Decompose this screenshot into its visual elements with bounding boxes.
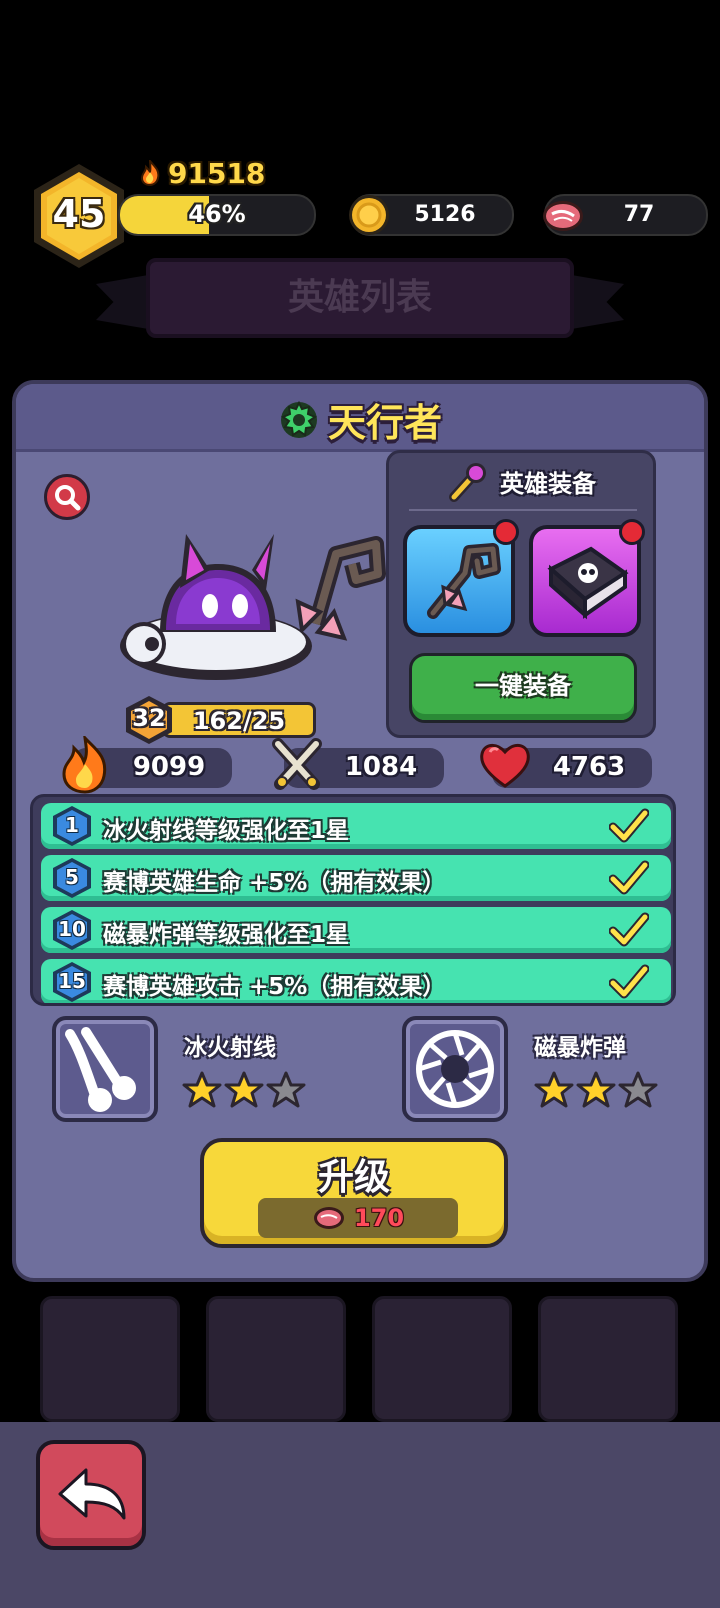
perk-level-badge: 10: [51, 909, 93, 951]
equipment-divider: [409, 509, 637, 511]
hero-shards: 162/25: [192, 707, 286, 735]
stat-hp: 4763: [480, 744, 652, 788]
bottom-bar: [0, 1422, 720, 1608]
panel-header: 天行者: [16, 384, 704, 452]
stat-power: 9099: [62, 736, 232, 794]
hero-list-banner: 英雄列表: [146, 258, 574, 338]
hero-detail-panel: 天行者 162/25 32 英雄装备 一键装备 9099 1084 4763 1…: [12, 380, 708, 1282]
hero-list-title: 英雄列表: [287, 277, 432, 318]
skill-stars: [534, 1070, 658, 1110]
xp-progress-bar: 46%: [118, 194, 316, 236]
hero-card: [206, 1296, 346, 1422]
star-empty-icon: [266, 1071, 306, 1108]
upgrade-label: 升级: [317, 1157, 390, 1198]
perk-level-badge: 15: [51, 961, 93, 1003]
coin-value: 5126: [414, 202, 476, 227]
hero-name: 天行者: [327, 401, 442, 445]
equip-slot-weapon[interactable]: [403, 519, 519, 637]
top-bar: 45 91518 46% 5126 77: [0, 150, 720, 270]
ice-fire-ray-icon: [65, 1027, 136, 1112]
star-filled-icon: [182, 1071, 222, 1108]
star-filled-icon: [576, 1071, 616, 1108]
skill-name: 磁暴炸弹: [534, 1035, 626, 1061]
hero-card: [538, 1296, 678, 1422]
meat-icon: [313, 1207, 344, 1229]
power-value: 91518: [168, 156, 266, 190]
hero-card: [372, 1296, 512, 1422]
hero-shard-bar: 162/25: [162, 702, 316, 738]
magnetic-bomb-icon: [416, 1030, 494, 1108]
perk-level: 1: [65, 813, 79, 837]
hero-list-background: [30, 1282, 690, 1422]
cyber-class-icon: [280, 400, 318, 438]
perk-level: 10: [58, 917, 86, 941]
perk-level-badge: 5: [51, 857, 93, 899]
equip-all-button[interactable]: 一键装备: [409, 653, 637, 723]
perk-text: 冰火射线等级强化至1星: [103, 818, 350, 844]
equipment-panel: 英雄装备 一键装备: [386, 450, 656, 738]
hero-card: [40, 1296, 180, 1422]
upgrade-cost-value: 170: [353, 1204, 405, 1232]
hero-title: 天行者: [16, 392, 704, 447]
back-arrow-icon: [58, 1468, 126, 1520]
hero-portrait: [120, 534, 386, 680]
stat-attack-value: 1084: [344, 752, 418, 782]
checkmark-icon: [609, 964, 649, 999]
star-empty-icon: [618, 1071, 658, 1108]
perk-text: 磁暴炸弹等级强化至1星: [103, 922, 350, 948]
perk-row: 5 赛博英雄生命 +5%（拥有效果）: [41, 855, 671, 901]
skill-stars: [182, 1070, 306, 1110]
coin-counter[interactable]: 5126: [349, 194, 514, 236]
checkmark-icon: [609, 860, 649, 895]
stat-attack: 1084: [272, 738, 444, 790]
hero-level: 32: [132, 704, 166, 732]
star-filled-icon: [224, 1071, 264, 1108]
perk-level: 15: [58, 969, 86, 993]
meat-counter[interactable]: 77: [543, 194, 708, 236]
perk-list[interactable]: 1 冰火射线等级强化至1星 5 赛博英雄生命 +5%（拥有效果） 10 磁暴炸弹…: [30, 794, 676, 1006]
new-item-dot: [493, 519, 519, 545]
perk-text: 赛博英雄攻击 +5%（拥有效果）: [103, 974, 446, 1000]
upgrade-cost: 170: [258, 1198, 458, 1238]
stat-hp-value: 4763: [552, 752, 626, 782]
star-filled-icon: [534, 1071, 574, 1108]
player-level-badge[interactable]: 45: [30, 162, 128, 270]
equip-slot-book[interactable]: [529, 519, 645, 637]
equip-all-label: 一键装备: [475, 672, 571, 700]
back-button[interactable]: [36, 1440, 146, 1550]
new-item-dot: [619, 519, 645, 545]
perk-row: 15 赛博英雄攻击 +5%（拥有效果）: [41, 959, 671, 1003]
meat-value: 77: [623, 202, 655, 227]
stat-power-value: 9099: [132, 752, 206, 782]
checkmark-icon: [609, 808, 649, 843]
perk-row: 10 磁暴炸弹等级强化至1星: [41, 907, 671, 953]
staff-icon: [427, 543, 501, 619]
skill-name: 冰火射线: [184, 1035, 276, 1061]
inspect-button[interactable]: [44, 474, 90, 520]
checkmark-icon: [609, 912, 649, 947]
equipment-title: 英雄装备: [500, 469, 596, 498]
skull-book-icon: [547, 546, 629, 620]
equipment-header: 英雄装备: [389, 457, 653, 505]
perk-level-badge: 1: [51, 805, 93, 847]
xp-percent: 46%: [188, 200, 246, 228]
perk-text: 赛博英雄生命 +5%（拥有效果）: [103, 870, 446, 896]
perk-row: 1 冰火射线等级强化至1星: [41, 803, 671, 849]
player-level: 45: [52, 192, 106, 236]
fire-icon: [140, 160, 160, 186]
magic-wand-icon: [449, 463, 486, 502]
skill-ice-fire-ray[interactable]: [52, 1016, 158, 1122]
perk-level: 5: [65, 865, 79, 889]
magnifier-icon: [55, 485, 81, 511]
skill-magnetic-bomb[interactable]: [402, 1016, 508, 1122]
upgrade-button[interactable]: 升级 170: [200, 1138, 508, 1248]
player-power: 91518: [138, 156, 266, 190]
